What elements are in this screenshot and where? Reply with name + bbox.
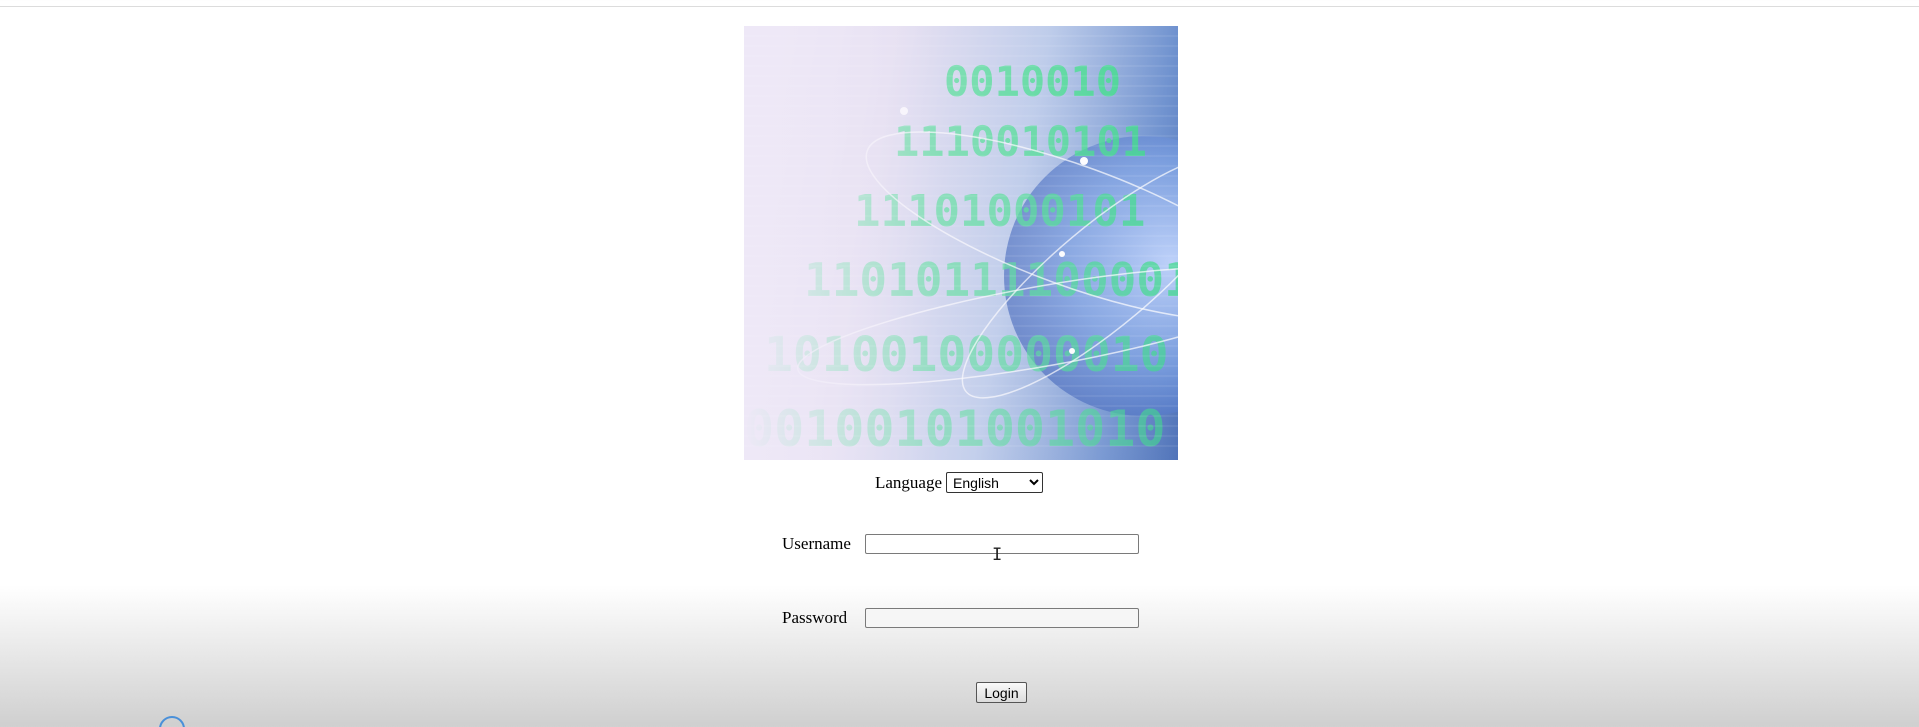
password-input[interactable]	[865, 608, 1139, 628]
username-label: Username	[782, 534, 851, 553]
language-label: Language	[875, 472, 943, 492]
banner-image: 0010010 1110010101 11101000101 110101111…	[744, 26, 1178, 460]
circle-icon	[159, 716, 185, 727]
top-divider	[0, 6, 1919, 7]
password-label: Password	[782, 608, 848, 627]
text-cursor-icon: I	[992, 545, 1003, 565]
login-button[interactable]: Login	[976, 682, 1027, 703]
language-select[interactable]: English	[946, 472, 1044, 493]
language-row: Language English	[875, 472, 1044, 493]
